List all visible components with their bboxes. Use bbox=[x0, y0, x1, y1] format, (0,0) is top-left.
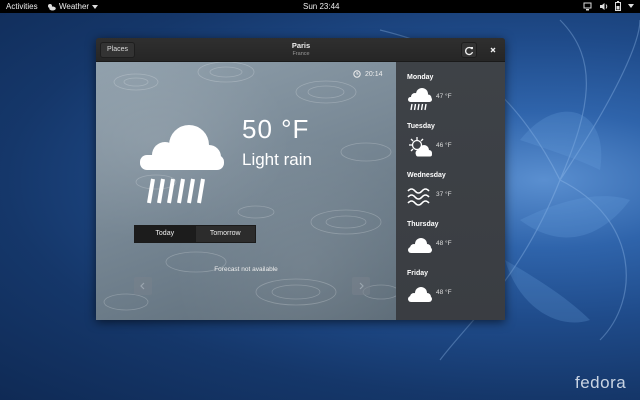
tab-tomorrow[interactable]: Tomorrow bbox=[194, 226, 255, 242]
fedora-logo: fedora bbox=[575, 373, 627, 392]
activities-button[interactable]: Activities bbox=[6, 2, 38, 11]
volume-icon bbox=[600, 2, 608, 10]
system-tray[interactable] bbox=[583, 1, 634, 11]
battery-icon bbox=[615, 1, 621, 11]
forecast-day-name: Friday bbox=[407, 270, 429, 277]
chevron-down-icon bbox=[628, 4, 634, 8]
chevron-right-icon bbox=[359, 282, 364, 290]
forecast-day-name: Wednesday bbox=[407, 172, 446, 179]
refresh-button[interactable] bbox=[461, 42, 477, 58]
top-bar: Activities Weather Sun 23:44 bbox=[0, 0, 640, 13]
location-title: Paris bbox=[291, 41, 311, 50]
cloud-icon bbox=[408, 238, 432, 253]
forecast-day-name: Thursday bbox=[407, 221, 439, 228]
rain-cloud-icon bbox=[140, 125, 224, 204]
forecast-temp: 48 °F bbox=[436, 240, 452, 247]
forecast-day: Monday 47 °F bbox=[407, 74, 502, 111]
tab-today[interactable]: Today bbox=[135, 226, 195, 242]
updated-time: 20:14 bbox=[365, 70, 383, 78]
forecast-temp: 47 °F bbox=[436, 93, 452, 100]
close-icon bbox=[490, 47, 496, 53]
title-area: Paris France bbox=[246, 41, 356, 57]
sun-cloud-icon bbox=[409, 137, 432, 157]
app-name: Weather bbox=[59, 2, 90, 11]
forecast-unavailable-message: Forecast not available bbox=[214, 266, 278, 273]
forecast-temp: 46 °F bbox=[436, 142, 452, 149]
forecast-temp: 37 °F bbox=[436, 191, 452, 198]
app-menu[interactable]: Weather bbox=[47, 2, 99, 11]
weather-window: Places Paris France 20:14 50 °F Light ra… bbox=[96, 38, 505, 320]
fog-icon bbox=[407, 188, 430, 206]
forecast-day-name: Tuesday bbox=[407, 123, 435, 130]
forecast-day: Tuesday 46 °F bbox=[407, 123, 502, 157]
day-switcher: Today Tomorrow bbox=[134, 225, 256, 243]
close-button[interactable] bbox=[485, 42, 501, 58]
rain-icon bbox=[408, 88, 432, 111]
current-weather-panel: 20:14 50 °F Light rain Today Tomorrow Fo… bbox=[96, 62, 396, 320]
current-temperature: 50 °F bbox=[242, 114, 310, 144]
forecast-day-name: Monday bbox=[407, 74, 434, 81]
places-button[interactable]: Places bbox=[100, 42, 136, 58]
refresh-icon bbox=[465, 46, 474, 56]
clock-icon bbox=[353, 70, 361, 78]
next-button[interactable] bbox=[352, 277, 370, 295]
chevron-left-icon bbox=[140, 282, 145, 290]
last-updated: 20:14 bbox=[353, 70, 383, 78]
location-subtitle: France bbox=[292, 51, 310, 57]
forecast-day: Wednesday 37 °F bbox=[407, 172, 502, 206]
header-bar: Places Paris France bbox=[96, 38, 505, 62]
daily-forecast-sidebar: Monday 47 °F Tuesday 46 °F Wednesday 37 … bbox=[396, 62, 505, 320]
current-condition: Light rain bbox=[242, 150, 312, 169]
forecast-temp: 48 °F bbox=[436, 289, 452, 296]
network-icon bbox=[583, 2, 592, 10]
previous-button[interactable] bbox=[134, 277, 152, 295]
forecast-day: Friday 48 °F bbox=[407, 270, 502, 302]
cloud-icon bbox=[408, 287, 432, 302]
weather-app-icon bbox=[48, 3, 56, 10]
forecast-day: Thursday 48 °F bbox=[407, 221, 502, 253]
clock[interactable]: Sun 23:44 bbox=[303, 2, 339, 11]
chevron-down-icon bbox=[92, 4, 99, 9]
